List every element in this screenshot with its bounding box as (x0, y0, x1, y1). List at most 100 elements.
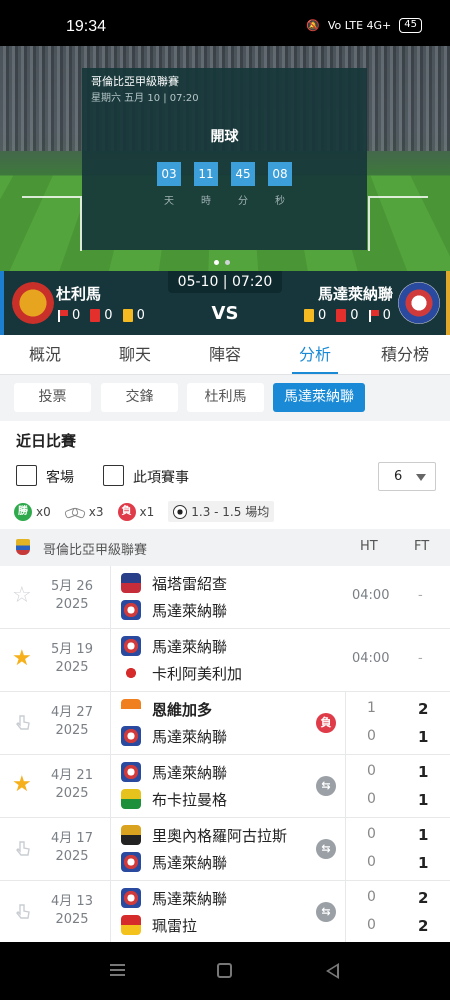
record-summary: 勝 x0 x3 負 x1 1.3 - 1.5 場均 (14, 501, 275, 522)
home-icon[interactable] (217, 963, 232, 978)
ft-away-score: 1 (418, 854, 429, 872)
draw-handshake-icon: ⇆ (316, 839, 336, 859)
team-crest-icon (121, 762, 141, 782)
team-crest-icon (121, 600, 141, 620)
ht-away-score: 0 (367, 917, 376, 933)
home-team-name[interactable]: 杜利馬 (56, 283, 101, 304)
tap-hand-icon[interactable] (13, 713, 33, 733)
home-team: 馬達萊納聯 (152, 890, 228, 908)
star-filled-icon[interactable]: ★ (12, 774, 32, 796)
match-date: 4月 17 2025 (51, 831, 93, 864)
match-row[interactable]: 4月 27 2025 恩維加多 馬達萊納聯 負 1 0 2 1 (0, 692, 450, 755)
team-crest-icon (121, 663, 141, 683)
team-crest-icon (121, 573, 141, 593)
tap-hand-icon[interactable] (13, 839, 33, 859)
away-team-name[interactable]: 馬達萊納聯 (318, 283, 393, 304)
team-crest-icon (121, 852, 141, 872)
battery-icon: 45 (399, 18, 422, 33)
countdown-days: 03 (157, 162, 181, 186)
carousel-dot-1[interactable] (214, 260, 219, 265)
same-competition-checkbox[interactable] (103, 465, 124, 486)
draw-handshake-icon: ⇆ (316, 776, 336, 796)
countdown-seconds: 08 (268, 162, 292, 186)
analysis-subtabs: 投票 交鋒 杜利馬 馬達萊納聯 (0, 375, 450, 421)
ht-home-score: 0 (367, 826, 376, 842)
ft-header: FT (414, 539, 430, 554)
star-outline-icon[interactable]: ☆ (12, 585, 32, 607)
ht-home-score: 0 (367, 763, 376, 779)
mute-icon: 🔕 (306, 19, 320, 32)
match-date: 05-10 | 07:20 (168, 271, 282, 293)
chevron-down-icon (416, 474, 426, 481)
carousel-dot-2[interactable] (225, 260, 230, 265)
corner-flag-icon (368, 309, 379, 322)
ft-score: - (418, 588, 423, 603)
away-team: 珮雷拉 (152, 917, 198, 935)
ft-away-score: 1 (418, 728, 429, 746)
team-crest-icon (121, 888, 141, 908)
subtab-h2h[interactable]: 交鋒 (101, 383, 178, 412)
countdown-minutes-label: 分 (238, 196, 248, 207)
status-icons: 🔕 Vo LTE 4G+ 45 (306, 18, 422, 33)
away-team: 馬達萊納聯 (152, 728, 228, 746)
countdown-hours: 11 (194, 162, 218, 186)
recent-apps-icon[interactable] (110, 964, 125, 976)
recent-matches-panel: 近日比賽 客場 此項賽事 6 勝 x0 x3 負 x1 1.3 - 1.5 場均… (0, 421, 450, 944)
away-only-checkbox[interactable] (16, 465, 37, 486)
back-icon[interactable] (326, 963, 339, 979)
yellow-card-icon (304, 309, 314, 322)
ft-away-score: 1 (418, 791, 429, 809)
ht-away-score: 0 (367, 728, 376, 744)
away-yellow-cards: 0 (318, 308, 327, 323)
match-date: 4月 13 2025 (51, 894, 93, 927)
away-corners: 0 (382, 308, 391, 323)
away-team-stats: 0 0 0 (304, 308, 391, 323)
clock: 19:34 (66, 18, 107, 35)
match-row[interactable]: ★ 5月 19 2025 馬達萊納聯 卡利阿美利加 04:00 - (0, 629, 450, 692)
match-date: 5月 26 2025 (51, 579, 93, 612)
match-row[interactable]: 4月 13 2025 馬達萊納聯 珮雷拉 ⇆ 0 0 2 2 (0, 881, 450, 944)
match-row[interactable]: ★ 4月 21 2025 馬達萊納聯 布卡拉曼格 ⇆ 0 0 1 1 (0, 755, 450, 818)
subtab-home-team[interactable]: 杜利馬 (187, 383, 264, 412)
tab-lineup[interactable]: 陣容 (180, 335, 270, 374)
ft-home-score: 1 (418, 826, 429, 844)
match-hero[interactable]: 哥倫比亞甲級聯賽 星期六 五月 10 | 07:20 開球 03 11 45 0… (0, 46, 450, 271)
tab-overview[interactable]: 概況 (0, 335, 90, 374)
ht-home-score: 1 (367, 700, 376, 716)
tab-analysis[interactable]: 分析 (270, 335, 360, 374)
ft-home-score: 2 (418, 700, 429, 718)
match-row[interactable]: 4月 17 2025 里奧內格羅阿古拉斯 馬達萊納聯 ⇆ 0 0 1 1 (0, 818, 450, 881)
ht-home-score: 0 (367, 889, 376, 905)
countdown-hours-label: 時 (201, 196, 211, 207)
win-count: x0 (36, 504, 51, 519)
away-team: 卡利阿美利加 (152, 665, 243, 683)
away-team: 馬達萊納聯 (152, 854, 228, 872)
star-filled-icon[interactable]: ★ (12, 648, 32, 670)
loss-badge: 負 (316, 713, 336, 733)
away-team: 馬達萊納聯 (152, 602, 228, 620)
ht-away-score: 0 (367, 854, 376, 870)
subtab-vote[interactable]: 投票 (14, 383, 91, 412)
match-date: 4月 21 2025 (51, 768, 93, 801)
same-competition-label[interactable]: 此項賽事 (133, 467, 189, 487)
away-only-label[interactable]: 客場 (46, 467, 74, 487)
home-team: 福塔雷紹查 (152, 575, 228, 593)
ft-away-score: 2 (418, 917, 429, 935)
match-count-select[interactable]: 6 (378, 462, 436, 491)
league-name: 哥倫比亞甲級聯賽 (43, 543, 148, 558)
tab-chat[interactable]: 聊天 (90, 335, 180, 374)
match-row[interactable]: ☆ 5月 26 2025 福塔雷紹查 馬達萊納聯 04:00 - (0, 566, 450, 629)
league-logo-icon (16, 539, 30, 555)
kickoff-label: 開球 (210, 129, 239, 145)
tap-hand-icon[interactable] (13, 902, 33, 922)
loss-icon: 負 (117, 502, 136, 521)
away-team-logo[interactable] (398, 282, 440, 324)
team-crest-icon (121, 699, 141, 719)
tab-standings[interactable]: 積分榜 (360, 335, 450, 374)
carousel-dots[interactable] (214, 260, 230, 265)
system-nav-bar (0, 942, 450, 1000)
handshake-icon (65, 505, 85, 519)
subtab-away-team[interactable]: 馬達萊納聯 (273, 383, 365, 412)
pitch-line-right (368, 196, 428, 251)
draw-count: x3 (88, 504, 104, 519)
